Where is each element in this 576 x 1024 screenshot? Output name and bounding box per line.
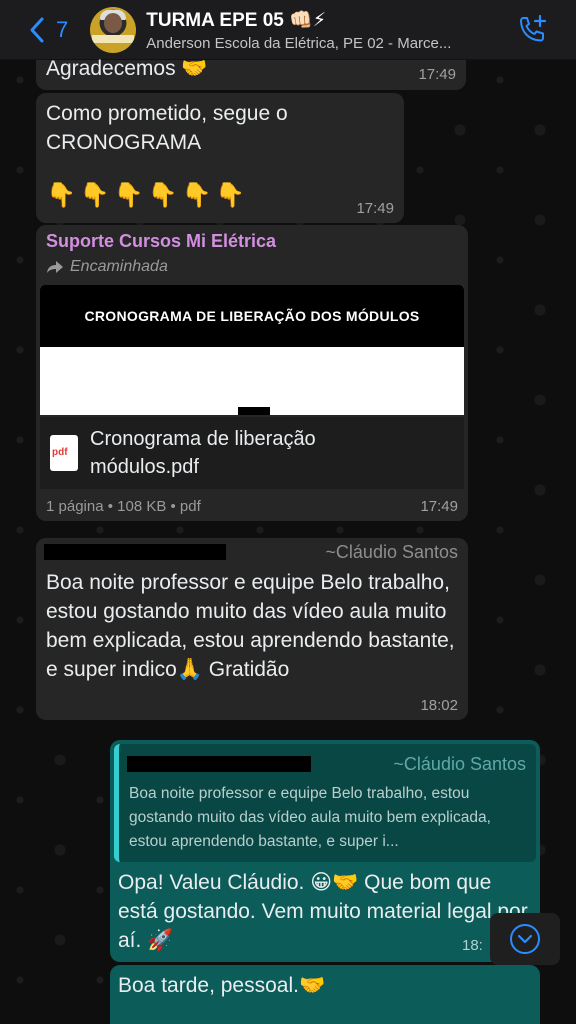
chat-area[interactable]: Agradecemos 🤝 17:49 Como prometido, segu… (0, 57, 576, 1024)
message-time: 17:49 (420, 498, 458, 515)
scroll-to-bottom-button[interactable] (490, 913, 560, 965)
back-button[interactable]: 7 (28, 16, 68, 44)
document-file[interactable]: pdf Cronograma de liberação módulos.pdf (40, 417, 464, 489)
file-name: Cronograma de liberação módulos.pdf (90, 428, 316, 478)
message-bubble[interactable]: Como prometido, segue o CRONOGRAMA 👇👇👇👇👇… (36, 93, 404, 223)
forwarded-text: Encaminhada (70, 258, 168, 275)
preview-title: CRONOGRAMA DE LIBERAÇÃO DOS MÓDULOS (84, 308, 420, 324)
chevron-left-icon (30, 17, 44, 42)
redacted-phone (44, 544, 226, 560)
message-text: Como prometido, segue o CRONOGRAMA (46, 102, 288, 154)
pdf-file-icon-label: pdf (52, 447, 68, 458)
chevron-down-circle-icon (510, 924, 540, 954)
message-time: 17:49 (418, 66, 456, 83)
unread-count: 7 (56, 16, 69, 42)
pdf-file-icon: pdf (50, 435, 78, 471)
forward-arrow-icon (47, 261, 63, 273)
preview-banner: CRONOGRAMA DE LIBERAÇÃO DOS MÓDULOS (40, 285, 464, 347)
sender-name[interactable]: Suporte Cursos Mi Elétrica (46, 231, 276, 252)
message-time: 18:02 (420, 697, 458, 714)
message-emojis: 👇👇👇👇👇👇 (46, 182, 250, 209)
message-time: 17:49 (356, 200, 394, 217)
message-text: Boa tarde, pessoal.🤝 (118, 974, 326, 997)
document-message[interactable]: Suporte Cursos Mi Elétrica Encaminhada C… (36, 225, 468, 521)
group-members: Anderson Escola da Elétrica, PE 02 - Mar… (146, 34, 452, 52)
message-text: Boa noite professor e equipe Belo trabal… (46, 571, 455, 681)
chat-header: 7 TURMA EPE 05 👊🏻⚡ Anderson Escola da El… (0, 0, 576, 60)
quote-author: ~Cláudio Santos (393, 754, 526, 774)
quote-text: Boa noite professor e equipe Belo trabal… (129, 785, 491, 850)
quoted-message[interactable]: ~Cláudio Santos Boa noite professor e eq… (114, 744, 536, 862)
group-avatar[interactable] (90, 6, 137, 53)
message-bubble[interactable]: Agradecemos 🤝 17:49 (36, 57, 466, 90)
reply-message[interactable]: ~Cláudio Santos Boa noite professor e eq… (110, 740, 540, 962)
author-name[interactable]: ~Cláudio Santos (325, 542, 458, 563)
group-title: TURMA EPE 05 👊🏻⚡ (146, 9, 327, 31)
message-bubble[interactable]: Boa tarde, pessoal.🤝 (110, 965, 540, 1024)
document-preview[interactable]: CRONOGRAMA DE LIBERAÇÃO DOS MÓDULOS (40, 285, 464, 415)
message-bubble[interactable]: ~Cláudio Santos Boa noite professor e eq… (36, 538, 468, 720)
message-text: Agradecemos 🤝 (46, 57, 208, 80)
group-info[interactable]: TURMA EPE 05 👊🏻⚡ Anderson Escola da Elét… (146, 8, 516, 52)
redacted-phone (127, 756, 311, 772)
message-time: 18: (462, 937, 483, 954)
add-call-icon[interactable] (516, 14, 548, 46)
forwarded-label: Encaminhada (46, 258, 168, 276)
file-meta: 1 página • 108 KB • pdf (46, 498, 201, 515)
